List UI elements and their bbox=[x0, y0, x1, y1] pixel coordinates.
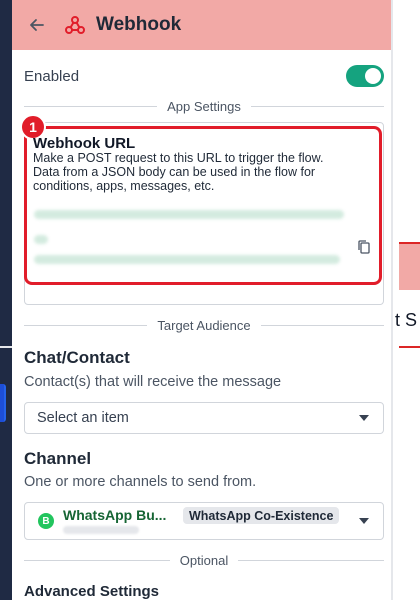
canvas-node-header bbox=[399, 244, 420, 290]
target-audience-divider: Target Audience bbox=[24, 317, 385, 333]
contact-select-placeholder: Select an item bbox=[37, 410, 129, 426]
chat-contact-subtitle: Contact(s) that will receive the message bbox=[24, 374, 282, 390]
sidebar-active-item[interactable] bbox=[0, 384, 6, 422]
app-settings-divider: App Settings bbox=[24, 98, 384, 114]
copy-icon[interactable] bbox=[356, 239, 372, 255]
channel-selected-name: WhatsApp Bu... bbox=[63, 507, 167, 523]
channel-select[interactable]: B WhatsApp Bu... WhatsApp Co-Existence bbox=[24, 502, 384, 540]
optional-divider: Optional bbox=[24, 552, 385, 568]
advanced-settings-title[interactable]: Advanced Settings bbox=[24, 583, 159, 600]
back-arrow-icon[interactable] bbox=[26, 14, 48, 36]
webhook-url-title: Webhook URL bbox=[33, 135, 136, 152]
panel-header: Webhook bbox=[12, 0, 391, 50]
webhook-settings-panel: Webhook Enabled App Settings 1 Webhook U… bbox=[12, 0, 392, 600]
channel-subtitle: One or more channels to send from. bbox=[24, 474, 257, 490]
channel-type-tag: WhatsApp Co-Existence bbox=[183, 507, 340, 524]
canvas-edge: t S bbox=[392, 0, 420, 600]
webhook-icon bbox=[64, 13, 88, 37]
chevron-down-icon bbox=[359, 518, 369, 524]
chevron-down-icon bbox=[359, 415, 369, 421]
webhook-url-description: Make a POST request to this URL to trigg… bbox=[33, 151, 324, 193]
enabled-toggle[interactable] bbox=[346, 65, 384, 87]
toggle-knob bbox=[365, 68, 381, 84]
panel-title: Webhook bbox=[96, 14, 182, 35]
contact-select[interactable]: Select an item bbox=[24, 402, 384, 434]
app-sidebar-edge bbox=[0, 0, 12, 600]
sidebar-divider bbox=[0, 346, 12, 348]
target-audience-label: Target Audience bbox=[157, 317, 251, 333]
webhook-url-value[interactable] bbox=[34, 255, 340, 264]
enabled-row: Enabled bbox=[24, 64, 384, 88]
canvas-node-card[interactable]: t S bbox=[395, 242, 420, 348]
chat-contact-title: Chat/Contact bbox=[24, 348, 130, 367]
whatsapp-icon: B bbox=[38, 513, 54, 529]
canvas-node-text: t S bbox=[395, 310, 418, 330]
channel-title: Channel bbox=[24, 449, 92, 468]
enabled-label: Enabled bbox=[24, 67, 80, 85]
channel-selected-number bbox=[63, 526, 139, 534]
webhook-url-value[interactable] bbox=[34, 210, 344, 219]
app-settings-label: App Settings bbox=[167, 98, 241, 114]
webhook-url-value[interactable] bbox=[34, 235, 48, 244]
optional-label: Optional bbox=[179, 552, 229, 568]
